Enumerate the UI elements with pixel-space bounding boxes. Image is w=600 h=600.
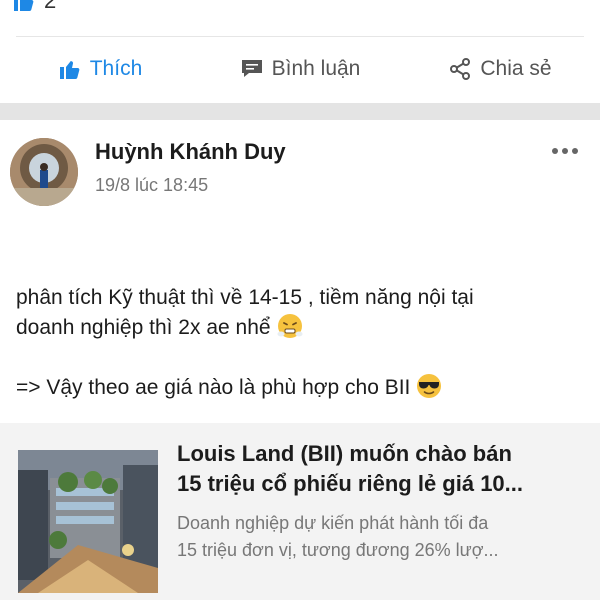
avatar-photo: [10, 138, 78, 206]
link-description-line: Doanh nghiệp dự kiến phát hành tối đa: [177, 513, 489, 533]
link-preview-card[interactable]: Louis Land (BII) muốn chào bán 15 triệu …: [0, 423, 600, 600]
more-options-button[interactable]: [552, 148, 578, 154]
previous-post-reactions[interactable]: 2: [12, 0, 56, 16]
building-rendering-image: [18, 450, 158, 593]
share-label: Chia sẻ: [480, 57, 552, 80]
link-title-line: 15 triệu cổ phiếu riêng lẻ giá 10...: [177, 471, 523, 496]
post-action-bar: Thích Bình luận Chia sẻ: [0, 44, 600, 94]
author-name[interactable]: Huỳnh Khánh Duy: [95, 139, 286, 165]
action-divider: [16, 36, 584, 37]
link-title-line: Louis Land (BII) muốn chào bán: [177, 441, 512, 466]
feed-post: Huỳnh Khánh Duy 19/8 lúc 18:45 phân tích…: [0, 120, 600, 600]
post-body: phân tích Kỹ thuật thì về 14-15 , tiềm n…: [16, 283, 586, 403]
steam-from-nose-emoji: [277, 314, 303, 338]
feed-separator: [0, 103, 600, 120]
link-thumbnail: [18, 450, 158, 593]
more-dot: [562, 148, 568, 154]
post-text-line: phân tích Kỹ thuật thì về 14-15 , tiềm n…: [16, 286, 474, 309]
thumbs-up-icon: [59, 61, 80, 79]
share-icon: [450, 58, 471, 80]
reaction-count: 2: [44, 0, 57, 13]
like-label: Thích: [89, 57, 143, 80]
avatar[interactable]: [10, 138, 78, 206]
link-description: Doanh nghiệp dự kiến phát hành tối đa 15…: [177, 510, 588, 564]
post-text-line: => Vậy theo ae giá nào là phù hợp cho BI…: [16, 376, 411, 399]
comment-icon: [241, 60, 262, 77]
link-description-line: 15 triệu đơn vị, tương đương 26% lượ...: [177, 540, 499, 560]
comment-label: Bình luận: [271, 57, 361, 80]
more-dot: [572, 148, 578, 154]
comment-button[interactable]: Bình luận: [200, 44, 400, 94]
thumbs-up-icon: [14, 0, 34, 11]
link-title: Louis Land (BII) muốn chào bán 15 triệu …: [177, 439, 588, 499]
post-text-line-with-emoji: => Vậy theo ae giá nào là phù hợp cho BI…: [16, 373, 586, 403]
sunglasses-emoji: [417, 374, 442, 398]
like-button[interactable]: Thích: [0, 44, 200, 94]
post-text-line: doanh nghiệp thì 2x ae nhể: [16, 316, 271, 339]
more-horizontal-icon: [552, 148, 558, 154]
share-button[interactable]: Chia sẻ: [400, 44, 600, 94]
post-text-line-with-emoji: doanh nghiệp thì 2x ae nhể: [16, 313, 586, 343]
post-timestamp[interactable]: 19/8 lúc 18:45: [95, 175, 208, 196]
